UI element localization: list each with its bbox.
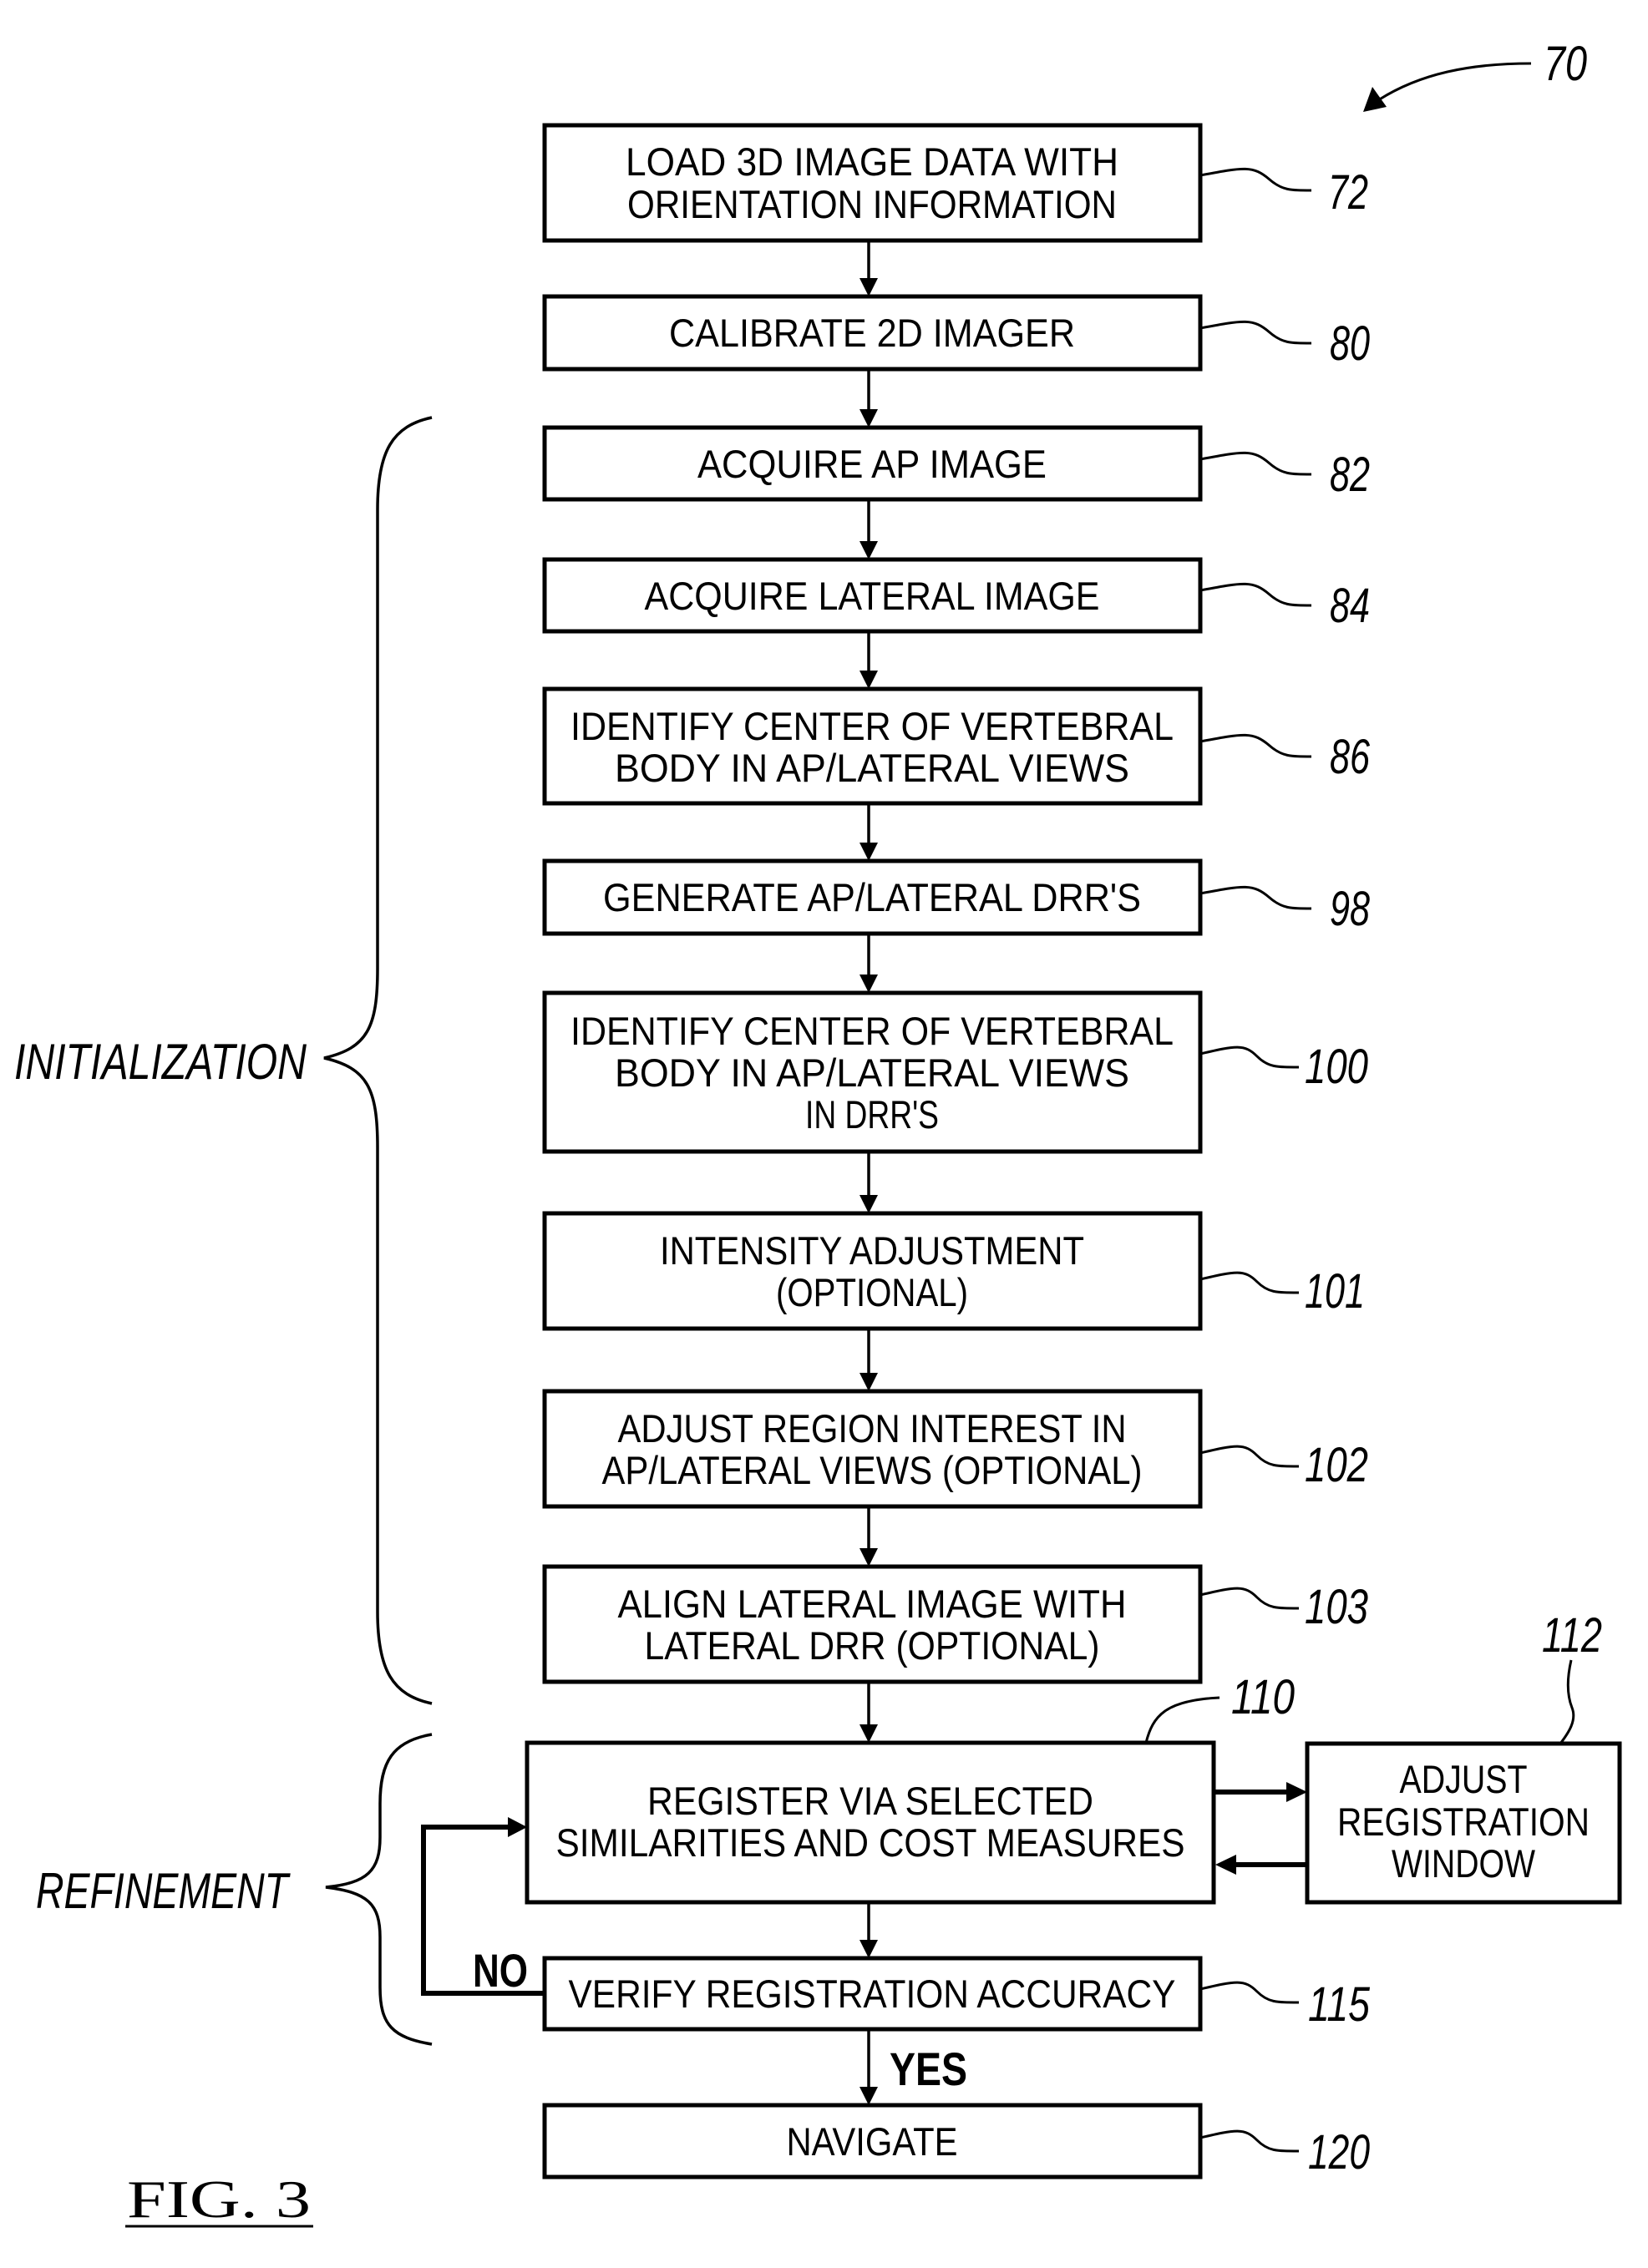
flow-arrow-from-adjust-window: [1215, 1855, 1306, 1875]
flow-arrow: [859, 1508, 878, 1567]
figure-reference-number: 70: [1544, 37, 1587, 91]
flow-arrow: [859, 501, 878, 559]
step-text-line: LOAD 3D IMAGE DATA WITH: [626, 139, 1118, 184]
flow-arrow: [859, 805, 878, 861]
flow-arrow: [859, 371, 878, 428]
step-reference-number: 98: [1330, 882, 1370, 936]
flow-arrow: [859, 1330, 878, 1391]
leader-line: [1559, 1659, 1575, 1744]
initialization-label: INITIALIZATION: [14, 1034, 307, 1090]
initialization-brace: [323, 416, 433, 1705]
refinement-label: REFINEMENT: [36, 1863, 291, 1919]
refinement-brace: [325, 1733, 433, 2046]
leader-line: [1199, 885, 1312, 910]
leader-line: [1144, 1696, 1220, 1744]
leader-line: [1199, 1587, 1300, 1610]
step-navigate: NAVIGATE 120: [542, 2103, 1370, 2179]
step-text-line: IDENTIFY CENTER OF VERTEBRAL: [570, 1009, 1174, 1053]
step-reference-number: 100: [1305, 1040, 1368, 1094]
leader-line: [1199, 1045, 1300, 1069]
step-text-line: INTENSITY ADJUSTMENT: [660, 1228, 1084, 1273]
leader-line: [1199, 320, 1312, 345]
step-text-line: IN DRR'S: [805, 1092, 939, 1137]
step-text-line: WINDOW: [1392, 1841, 1536, 1886]
step-text-line: BODY IN AP/LATERAL VIEWS: [615, 1050, 1129, 1095]
step-generate-drr: GENERATE AP/LATERAL DRR'S 98: [542, 858, 1370, 936]
flow-arrow-yes: YES: [859, 2031, 967, 2105]
step-adjust-registration-window: ADJUST REGISTRATION WINDOW 112: [1305, 1608, 1622, 1905]
flow-arrow: [859, 1904, 878, 1958]
step-reference-number: 102: [1305, 1438, 1368, 1492]
decision-no-label: NO: [473, 1944, 528, 1997]
step-reference-number: 86: [1330, 730, 1371, 784]
step-verify-accuracy: VERIFY REGISTRATION ACCURACY 115: [542, 1956, 1371, 2032]
figure-label: FIG. 3: [127, 2169, 311, 2229]
step-reference-number: 82: [1330, 448, 1370, 502]
step-reference-number: 101: [1305, 1264, 1365, 1319]
flow-arrow: [859, 242, 878, 296]
step-reference-number: 72: [1328, 165, 1368, 220]
step-reference-number: 80: [1330, 316, 1370, 371]
step-intensity-adjustment: INTENSITY ADJUSTMENT (OPTIONAL) 101: [542, 1211, 1365, 1331]
flow-arrow-to-adjust-window: [1215, 1782, 1307, 1802]
step-text-line: BODY IN AP/LATERAL VIEWS: [615, 746, 1129, 790]
step-reference-number: 110: [1231, 1670, 1295, 1724]
step-identify-center-drr: IDENTIFY CENTER OF VERTEBRAL BODY IN AP/…: [542, 990, 1368, 1154]
leader-line: [1199, 2129, 1300, 2153]
step-text-line: SIMILARITIES AND COST MEASURES: [556, 1820, 1185, 1865]
figure-caption: FIG. 3: [125, 2169, 313, 2229]
decision-yes-label: YES: [890, 2043, 967, 2095]
step-text-line: ADJUST: [1400, 1757, 1528, 1801]
flow-arrow: [859, 1683, 878, 1743]
flow-arrow: [859, 1152, 878, 1213]
step-text-line: ACQUIRE LATERAL IMAGE: [645, 574, 1100, 618]
step-reference-number: 84: [1330, 579, 1370, 633]
step-reference-number: 103: [1305, 1580, 1368, 1634]
leader-line: [1199, 1981, 1300, 2004]
step-text-line: REGISTER VIA SELECTED: [647, 1779, 1093, 1823]
step-text-line: (OPTIONAL): [776, 1270, 968, 1314]
step-text-line: IDENTIFY CENTER OF VERTEBRAL: [570, 704, 1174, 748]
step-reference-number: 120: [1308, 2125, 1370, 2179]
initialization-phase: INITIALIZATION: [14, 416, 433, 1705]
step-text-line: GENERATE AP/LATERAL DRR'S: [603, 875, 1141, 919]
figure-reference-arrow: [1377, 62, 1532, 102]
step-text-line: ORIENTATION INFORMATION: [627, 182, 1117, 226]
step-text-line: ALIGN LATERAL IMAGE WITH: [618, 1582, 1127, 1626]
step-load-3d-image: LOAD 3D IMAGE DATA WITH ORIENTATION INFO…: [542, 123, 1368, 243]
step-align-lateral-image: ALIGN LATERAL IMAGE WITH LATERAL DRR (OP…: [542, 1564, 1368, 1684]
step-calibrate-imager: CALIBRATE 2D IMAGER 80: [542, 294, 1370, 372]
step-text-line: VERIFY REGISTRATION ACCURACY: [569, 1972, 1176, 2016]
refinement-phase: REFINEMENT: [36, 1733, 433, 2046]
flow-arrow: [859, 633, 878, 689]
leader-line: [1199, 1445, 1300, 1468]
leader-line: [1199, 1271, 1300, 1294]
leader-line: [1199, 451, 1312, 476]
step-text-line: NAVIGATE: [787, 2119, 958, 2164]
step-text-line: REGISTRATION: [1337, 1800, 1590, 1844]
flow-arrow: [859, 935, 878, 993]
leader-line: [1199, 582, 1312, 607]
flowchart-figure: 70 LOAD 3D IMAGE DATA WITH ORIENTATION I…: [14, 37, 1622, 2229]
step-text-line: ACQUIRE AP IMAGE: [697, 442, 1047, 486]
step-acquire-ap-image: ACQUIRE AP IMAGE 82: [542, 425, 1370, 502]
step-text-line: AP/LATERAL VIEWS (OPTIONAL): [602, 1448, 1143, 1492]
step-reference-number: 112: [1542, 1608, 1602, 1663]
leader-line: [1199, 733, 1312, 758]
figure-reference-arrowhead: [1363, 87, 1387, 112]
step-adjust-region-interest: ADJUST REGION INTEREST IN AP/LATERAL VIE…: [542, 1389, 1368, 1509]
step-text-line: ADJUST REGION INTEREST IN: [618, 1406, 1127, 1450]
step-register: REGISTER VIA SELECTED SIMILARITIES AND C…: [525, 1670, 1295, 1905]
step-identify-center: IDENTIFY CENTER OF VERTEBRAL BODY IN AP/…: [542, 686, 1371, 806]
step-acquire-lateral-image: ACQUIRE LATERAL IMAGE 84: [542, 557, 1370, 634]
step-reference-number: 115: [1308, 1977, 1371, 2032]
step-text-line: CALIBRATE 2D IMAGER: [669, 311, 1075, 355]
figure-reference: 70: [1363, 37, 1587, 112]
step-text-line: LATERAL DRR (OPTIONAL): [645, 1623, 1100, 1668]
leader-line: [1199, 167, 1312, 192]
